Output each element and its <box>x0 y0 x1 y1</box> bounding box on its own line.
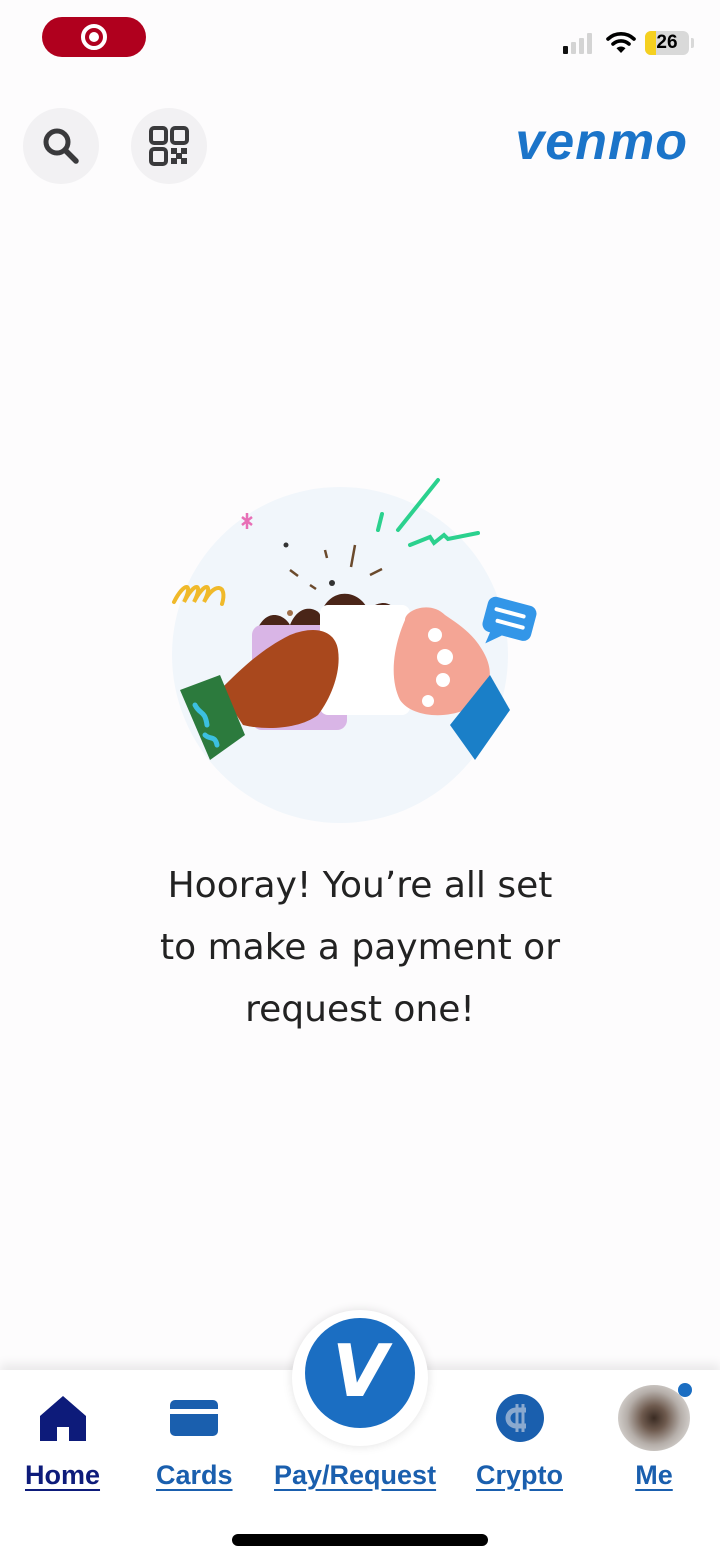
status-bar: 26 <box>0 0 720 80</box>
tab-label: Me <box>635 1460 673 1490</box>
battery-level: 26 <box>656 32 678 53</box>
crypto-icon <box>495 1390 545 1446</box>
tab-label: Home <box>25 1460 101 1490</box>
two-hands-toasting-mugs-illustration <box>172 478 537 823</box>
home-indicator[interactable] <box>232 1534 488 1546</box>
qr-code-icon <box>149 126 189 166</box>
wifi-icon <box>606 32 636 53</box>
qr-code-button[interactable] <box>131 108 207 184</box>
tab-label: Crypto <box>476 1460 563 1490</box>
battery-nub <box>691 38 694 48</box>
notification-dot <box>678 1383 692 1397</box>
card-icon <box>169 1390 219 1446</box>
message-line: request one! <box>245 989 475 1030</box>
avatar <box>618 1383 692 1451</box>
search-icon <box>43 128 79 164</box>
message-line: to make a payment or <box>159 927 560 968</box>
tab-me[interactable]: Me <box>618 1383 692 1491</box>
tab-crypto[interactable]: Crypto <box>476 1390 563 1491</box>
home-icon <box>38 1390 88 1446</box>
tab-pay-request[interactable]: Pay/Request <box>274 1390 436 1491</box>
screen-record-icon <box>81 24 107 50</box>
message-line: Hooray! You’re all set <box>167 865 553 906</box>
tab-label: Pay/Request <box>274 1460 437 1490</box>
tab-cards[interactable]: Cards <box>156 1390 233 1491</box>
venmo-logo: venmo <box>515 113 688 171</box>
battery-icon: 26 <box>645 31 689 55</box>
search-button[interactable] <box>23 108 99 184</box>
empty-state-message: Hooray! You’re all set to make a payment… <box>0 855 720 1041</box>
cellular-signal-icon <box>563 32 592 54</box>
tab-home[interactable]: Home <box>25 1390 100 1491</box>
tab-label: Cards <box>156 1460 233 1490</box>
screen-record-indicator[interactable] <box>42 17 146 57</box>
